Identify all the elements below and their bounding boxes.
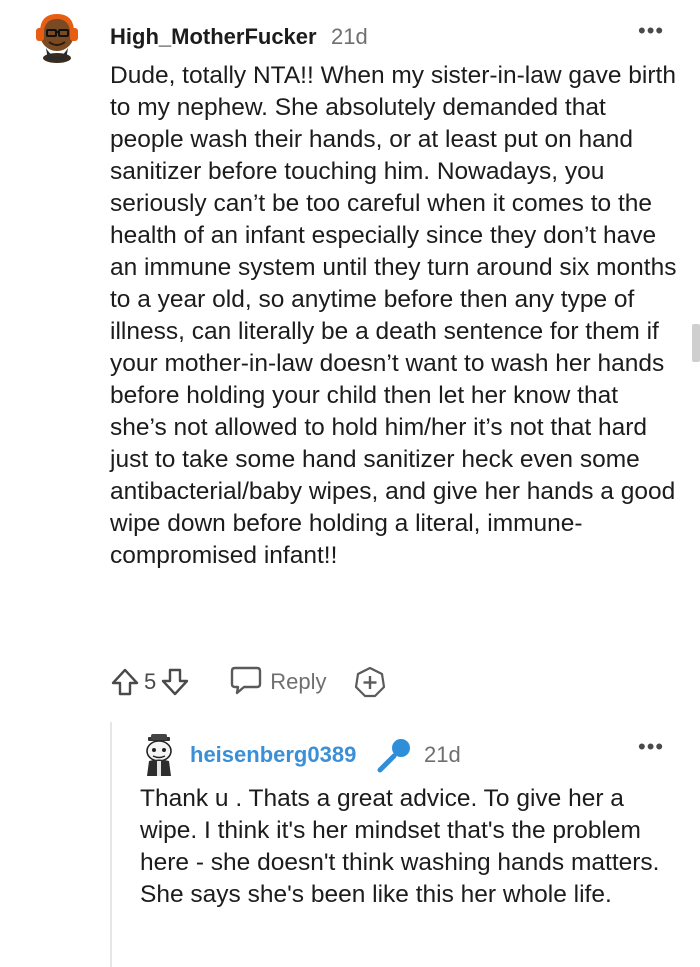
comment-actions: 5 Reply [108, 664, 387, 700]
avatar[interactable] [140, 734, 178, 778]
downvote-icon[interactable] [158, 665, 192, 699]
reply-label: Reply [270, 669, 327, 694]
vote-score: 5 [144, 669, 157, 694]
microphone-icon [374, 737, 412, 775]
scrollbar-handle[interactable] [692, 324, 700, 362]
upvote-icon[interactable] [108, 665, 142, 699]
avatar[interactable] [30, 8, 84, 64]
comment-body: Dude, totally NTA!! When my sister-in-la… [110, 62, 677, 569]
more-options-icon[interactable]: ••• [638, 734, 664, 760]
comment-age: 21d [331, 24, 368, 49]
award-plus-icon[interactable] [353, 665, 387, 699]
reply-button[interactable]: Reply [230, 665, 327, 700]
reply-author[interactable]: heisenberg0389 [190, 742, 356, 768]
reply-body: Thank u . Thats a great advice. To give … [140, 785, 660, 908]
more-options-icon[interactable]: ••• [638, 18, 664, 44]
thread-line[interactable] [110, 722, 112, 967]
speech-bubble-icon [230, 665, 262, 700]
comment-author[interactable]: High_MotherFucker [110, 24, 317, 50]
reply-age: 21d [424, 742, 461, 767]
